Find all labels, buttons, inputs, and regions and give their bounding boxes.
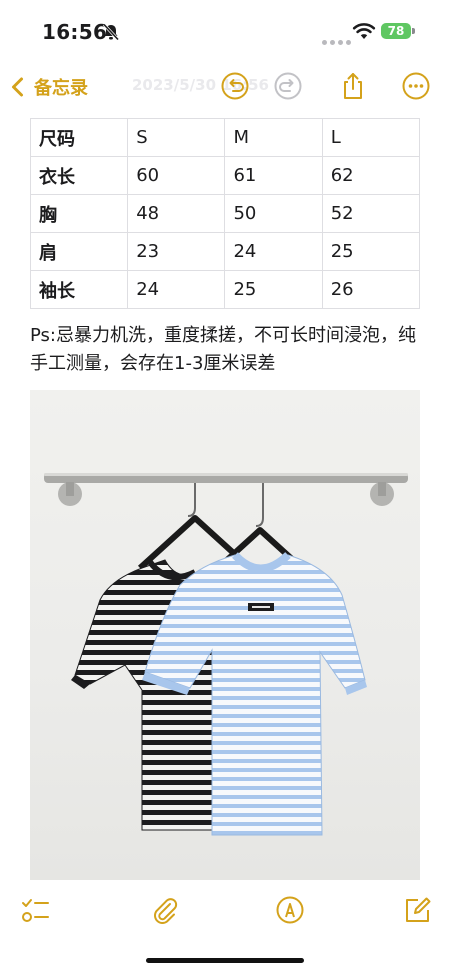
table-row-label: 胸	[29, 194, 129, 233]
table-row-label: 肩	[29, 232, 129, 271]
product-photo[interactable]	[30, 390, 420, 880]
table-row: 衣长 60 61 62	[29, 156, 421, 195]
paperclip-icon	[154, 898, 178, 924]
markup-button[interactable]	[275, 895, 305, 925]
table-cell: 25	[224, 270, 323, 309]
wifi-icon	[352, 23, 376, 39]
table-cell: 50	[224, 194, 323, 233]
compose-button[interactable]	[402, 895, 432, 925]
undo-icon	[221, 72, 249, 100]
table-cell: 23	[127, 232, 226, 271]
attachment-button[interactable]	[150, 895, 180, 925]
table-cell: 26	[321, 270, 421, 309]
table-row-label: 袖长	[29, 270, 129, 309]
table-row: 胸 48 50 52	[29, 194, 421, 233]
redo-icon	[274, 72, 302, 100]
table-cell: 61	[224, 156, 323, 195]
status-bar: 16:56 78	[0, 0, 450, 62]
status-time: 16:56	[42, 20, 108, 44]
table-cell: 25	[321, 232, 421, 271]
table-row-label: 尺码	[29, 118, 129, 157]
checklist-icon	[22, 899, 49, 922]
bell-slash-icon	[102, 23, 120, 41]
undo-button[interactable]	[220, 71, 250, 101]
back-button[interactable]: 备忘录	[8, 72, 88, 102]
checklist-button[interactable]	[20, 895, 50, 925]
back-label: 备忘录	[34, 78, 88, 99]
more-button[interactable]	[401, 71, 431, 101]
table-cell: 48	[127, 194, 226, 233]
size-table: 尺码 S M L 衣长 60 61 62 胸 48 50 52 肩 23 24 25 袖长 24 25 26	[29, 118, 421, 309]
navigation-bar: 备忘录 2023/5/30 16:56	[0, 62, 450, 114]
table-cell: M	[224, 118, 323, 157]
note-text: Ps:忌暴力机洗，重度揉搓，不可长时间浸泡，纯手工测量，会存在1-3厘米误差	[30, 325, 416, 374]
battery-indicator: 78	[381, 23, 411, 39]
table-cell: 24	[127, 270, 226, 309]
table-cell: 52	[321, 194, 421, 233]
chevron-left-icon	[12, 77, 23, 97]
table-row: 肩 23 24 25	[29, 232, 421, 271]
bottom-toolbar	[0, 890, 450, 940]
table-cell: L	[321, 118, 421, 157]
table-cell: S	[127, 118, 226, 157]
table-cell: 60	[127, 156, 226, 195]
table-row-label: 衣长	[29, 156, 129, 195]
table-cell: 62	[321, 156, 421, 195]
share-button[interactable]	[338, 71, 368, 101]
share-icon	[344, 73, 362, 99]
pen-tip-circle-icon	[276, 896, 304, 924]
signal-dots-icon	[322, 30, 354, 49]
table-cell: 24	[224, 232, 323, 271]
ellipsis-circle-icon	[402, 72, 430, 100]
clothing-photo-illustration	[44, 473, 408, 836]
home-indicator[interactable]	[146, 958, 304, 963]
compose-icon	[406, 897, 431, 922]
table-row: 袖长 24 25 26	[29, 270, 421, 309]
battery-cap	[412, 28, 415, 34]
redo-button[interactable]	[273, 71, 303, 101]
table-row: 尺码 S M L	[29, 118, 421, 157]
